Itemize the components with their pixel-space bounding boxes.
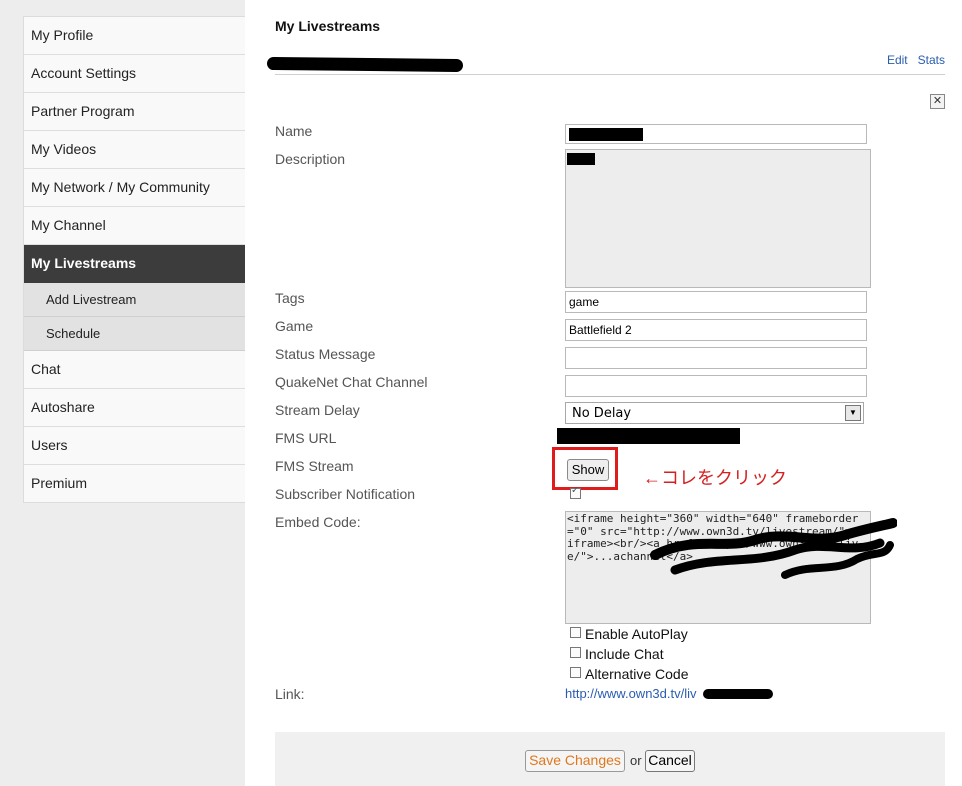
game-label: Game [275, 318, 314, 334]
redacted-embed-scribble [650, 518, 897, 579]
alternative-code-checkbox[interactable] [570, 667, 581, 678]
or-text: or [630, 753, 642, 768]
divider [275, 74, 945, 75]
chevron-down-icon[interactable]: ▼ [845, 405, 861, 421]
subscriber-notification-checkbox[interactable] [570, 485, 581, 499]
name-input[interactable] [565, 124, 867, 144]
fms-stream-label: FMS Stream [275, 458, 354, 474]
annotation-text: ←コレをクリック [643, 468, 787, 488]
enable-autoplay-label: Enable AutoPlay [585, 626, 688, 642]
show-button[interactable]: Show [567, 459, 609, 481]
stream-delay-label: Stream Delay [275, 402, 360, 418]
sidebar-item-partner-program[interactable]: Partner Program [24, 93, 245, 131]
sidebar-item-my-network[interactable]: My Network / My Community [24, 169, 245, 207]
edit-link[interactable]: Edit [887, 53, 908, 67]
redacted-stream-title [266, 56, 464, 73]
tags-input[interactable] [565, 291, 867, 313]
redacted-fms-url [557, 428, 740, 444]
sidebar-item-my-videos[interactable]: My Videos [24, 131, 245, 169]
stream-delay-value: No Delay [572, 406, 632, 421]
sidebar-item-my-profile[interactable]: My Profile [24, 17, 245, 55]
sidebar-item-users[interactable]: Users [24, 427, 245, 465]
cancel-button[interactable]: Cancel [645, 750, 695, 772]
sidebar-item-chat[interactable]: Chat [24, 351, 245, 389]
include-chat-label: Include Chat [585, 646, 664, 662]
stats-link[interactable]: Stats [918, 53, 945, 67]
page-title: My Livestreams [275, 18, 381, 34]
fms-url-label: FMS URL [275, 430, 337, 446]
sidebar-item-autoshare[interactable]: Autoshare [24, 389, 245, 427]
description-textarea[interactable] [565, 149, 871, 288]
sidebar-nav: My Profile Account Settings Partner Prog… [23, 16, 245, 503]
embed-code-label: Embed Code: [275, 514, 361, 530]
subscriber-notification-label: Subscriber Notification [275, 486, 416, 502]
sidebar-item-my-livestreams[interactable]: My Livestreams [24, 245, 245, 283]
quakenet-label: QuakeNet Chat Channel [275, 374, 428, 390]
include-chat-checkbox[interactable] [570, 647, 581, 658]
status-message-label: Status Message [275, 346, 376, 362]
redacted-description [567, 153, 595, 165]
game-input[interactable] [565, 319, 867, 341]
livestream-link[interactable]: http://www.own3d.tv/liv [565, 686, 697, 701]
name-label: Name [275, 123, 313, 139]
sidebar-subitem-add-livestream[interactable]: Add Livestream [24, 283, 245, 317]
alternative-code-label: Alternative Code [585, 666, 689, 682]
description-label: Description [275, 151, 346, 167]
sidebar-item-my-channel[interactable]: My Channel [24, 207, 245, 245]
tags-label: Tags [275, 290, 305, 306]
sidebar-item-account-settings[interactable]: Account Settings [24, 55, 245, 93]
link-label: Link: [275, 686, 305, 702]
sidebar-subitem-schedule[interactable]: Schedule [24, 317, 245, 351]
stream-delay-select[interactable]: No Delay ▼ [565, 402, 864, 424]
status-message-input[interactable] [565, 347, 867, 369]
redacted-link [703, 689, 773, 699]
save-changes-button[interactable]: Save Changes [525, 750, 625, 772]
close-icon[interactable]: ✕ [930, 94, 945, 109]
quakenet-input[interactable] [565, 375, 867, 397]
header-links: Edit Stats [877, 53, 945, 67]
redacted-name [569, 128, 643, 141]
sidebar-item-premium[interactable]: Premium [24, 465, 245, 502]
enable-autoplay-checkbox[interactable] [570, 627, 581, 638]
